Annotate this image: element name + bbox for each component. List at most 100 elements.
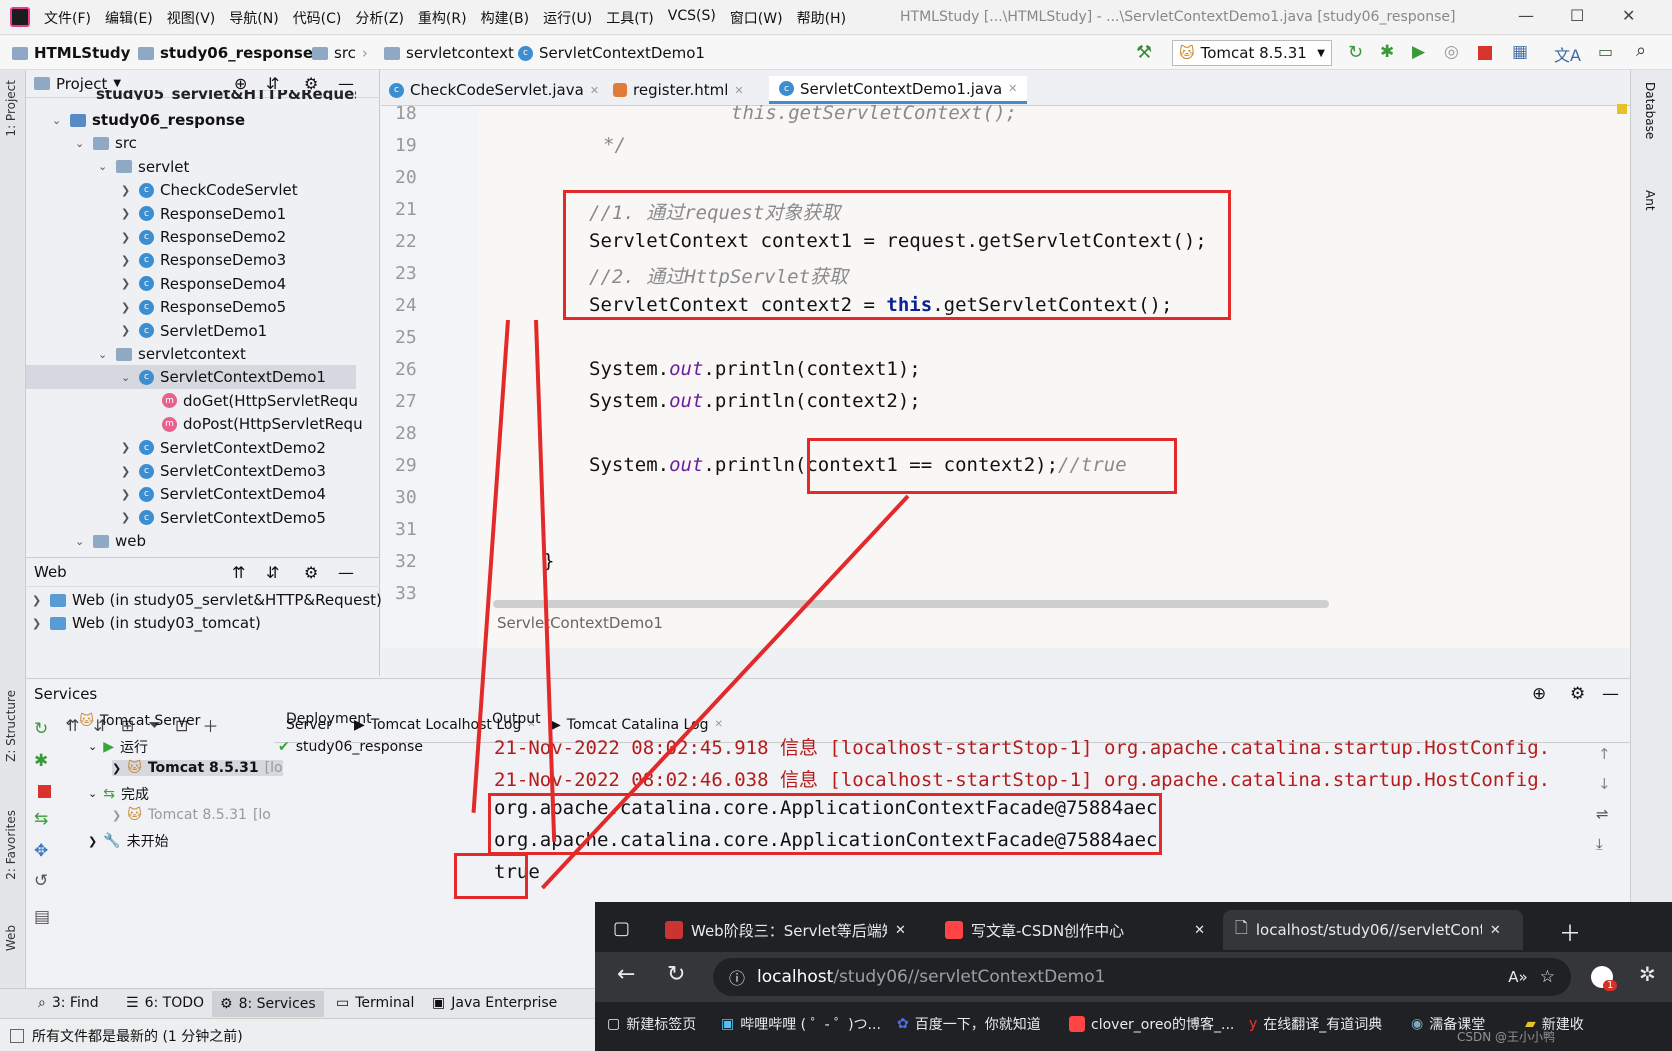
ant-tool-tab[interactable]: Ant <box>1643 190 1657 211</box>
tab-checkcodeservlet[interactable]: c CheckCodeServlet.java ✕ <box>389 76 599 104</box>
menu-window[interactable]: 窗口(W) <box>730 8 783 28</box>
tab-java-enterprise[interactable]: ▣ Java Enterprise <box>432 995 557 1011</box>
favorites-tool-tab[interactable]: 2: Favorites <box>4 810 18 880</box>
chevron-right-icon[interactable]: ❯ <box>121 488 133 501</box>
translate-icon[interactable]: 文A <box>1554 42 1581 66</box>
tab-todo[interactable]: ☰ 6: TODO <box>126 995 204 1011</box>
chevron-down-icon[interactable]: ⌄ <box>98 348 110 361</box>
reload-icon[interactable]: ↻ <box>667 962 685 987</box>
web-item[interactable]: ❯ Web (in study05_servlet&HTTP&Request) <box>32 588 382 612</box>
menu-run[interactable]: 运行(U) <box>543 8 592 28</box>
horizontal-scrollbar[interactable] <box>493 600 1329 608</box>
chevron-right-icon[interactable]: ❯ <box>121 441 133 454</box>
scroll-down-icon[interactable]: ↓ <box>1598 775 1611 793</box>
close-icon[interactable]: ✕ <box>1490 923 1501 938</box>
tree-item-folder[interactable]: ⌄ src <box>75 131 137 155</box>
bookmark-item[interactable]: clover_oreo的博客_... <box>1069 1014 1234 1034</box>
services-tree-item[interactable]: ⌄ 🐱 Tomcat Server <box>64 713 200 729</box>
chevron-down-icon[interactable]: ⌄ <box>88 787 97 800</box>
chevron-right-icon[interactable]: ❯ <box>121 277 133 290</box>
chevron-down-icon[interactable]: ⌄ <box>88 740 97 753</box>
chevron-right-icon[interactable]: ❯ <box>32 594 44 607</box>
bookmark-item[interactable]: ▣ 哔哩哔哩 ( ゜- ゜)つ... <box>721 1014 881 1034</box>
deployment-item[interactable]: ✔ study06_response <box>278 739 423 755</box>
services-tree-item[interactable]: ⌄ ⇆ 完成 <box>88 784 149 804</box>
bookmark-item[interactable]: ✿ 百度一下，你就知道 <box>897 1014 1041 1034</box>
menu-build[interactable]: 构建(B) <box>481 8 530 28</box>
back-icon[interactable]: ← <box>617 962 635 987</box>
debug-icon[interactable]: ✱ <box>1380 42 1394 62</box>
menu-edit[interactable]: 编辑(E) <box>105 8 153 28</box>
tree-item-folder[interactable]: ⌄ web <box>75 529 146 553</box>
browser-tab[interactable]: Web阶段三：Servlet等后端知识 ✕ <box>665 910 925 950</box>
minimize-icon[interactable]: — <box>1518 6 1534 25</box>
extensions-puzzle-icon[interactable]: ✲ <box>1639 962 1656 986</box>
tree-item-class[interactable]: ❯ c ResponseDemo2 <box>121 225 286 249</box>
chevron-right-icon[interactable]: ❯ <box>121 254 133 267</box>
project-tool-tab[interactable]: 1: Project <box>4 80 18 137</box>
chevron-right-icon[interactable]: ❯ <box>121 511 133 524</box>
scroll-end-icon[interactable]: ⤓ <box>1596 835 1603 853</box>
tree-item-class[interactable]: ❯ c ServletContextDemo2 <box>121 436 326 460</box>
close-icon[interactable]: ✕ <box>590 84 599 97</box>
tab-actions-icon[interactable]: ▢ <box>613 918 630 939</box>
tree-item-class[interactable]: ❯ c ResponseDemo1 <box>121 202 286 226</box>
gear-icon[interactable]: ⚙ <box>1570 684 1585 704</box>
profile-icon[interactable]: ◎ <box>1444 42 1459 62</box>
close-icon[interactable]: ✕ <box>1194 923 1205 938</box>
soft-wrap-icon[interactable]: ⇌ <box>1596 805 1609 823</box>
structure-tool-tab[interactable]: Z: Structure <box>4 690 18 762</box>
services-tree-item[interactable]: ❯ 🐱 Tomcat 8.5.31 [lo <box>112 807 271 823</box>
address-bar[interactable]: ⓘ localhost/study06//servletContextDemo1… <box>713 958 1571 996</box>
chevron-right-icon[interactable]: ❯ <box>112 762 121 775</box>
bookmark-item[interactable]: ▢ 新建标签页 <box>607 1014 696 1034</box>
menu-code[interactable]: 代码(C) <box>293 8 342 28</box>
menu-file[interactable]: 文件(F) <box>44 8 91 28</box>
tree-item-class[interactable]: ❯ c ServletContextDemo4 <box>121 482 326 506</box>
chevron-down-icon[interactable]: ▼ <box>113 78 121 89</box>
tree-item-module[interactable]: ⌄ study06_response <box>52 108 245 132</box>
settings-icon[interactable]: ✥ <box>34 841 48 861</box>
chevron-down-icon[interactable]: ⌄ <box>75 535 87 548</box>
tree-item-method[interactable]: m doPost(HttpServletRequ <box>144 412 363 436</box>
debug-icon[interactable]: ✱ <box>34 751 48 771</box>
database-tool-tab[interactable]: Database <box>1643 82 1657 139</box>
web-item[interactable]: ❯ Web (in study03_tomcat) <box>32 611 261 635</box>
stop-icon[interactable] <box>38 785 51 798</box>
browser-tab[interactable]: 写文章-CSDN创作中心 ✕ <box>945 910 1205 950</box>
close-icon[interactable]: ✕ <box>734 84 743 97</box>
run-config-select[interactable]: 🐱 Tomcat 8.5.31 ▼ <box>1172 40 1332 66</box>
deploy-icon[interactable]: ⇆ <box>34 809 48 829</box>
layout-icon[interactable]: ▤ <box>34 907 50 927</box>
hide-icon[interactable]: — <box>1602 684 1619 704</box>
menu-vcs[interactable]: VCS(S) <box>668 8 716 28</box>
search-icon[interactable]: ⌕ <box>1636 40 1646 61</box>
globe-icon[interactable]: ⊕ <box>1532 684 1546 704</box>
chevron-down-icon[interactable]: ⌄ <box>52 114 64 127</box>
chevron-right-icon[interactable]: ❯ <box>88 835 97 848</box>
menu-view[interactable]: 视图(V) <box>167 8 216 28</box>
rerun-icon[interactable]: ↻ <box>1348 42 1363 63</box>
tree-item-class[interactable]: ⌄ c ServletContextDemo1 <box>26 365 356 390</box>
hammer-build-icon[interactable]: ⚒ <box>1136 42 1152 63</box>
breadcrumb-project[interactable]: HTMLStudy› <box>12 44 142 62</box>
chevron-down-icon[interactable]: ⌄ <box>98 160 110 173</box>
stop-icon[interactable] <box>1478 46 1492 60</box>
gear-icon[interactable]: ⚙ <box>304 563 318 582</box>
new-tab-icon[interactable]: ＋ <box>1559 916 1581 948</box>
chevron-right-icon[interactable]: ❯ <box>112 809 121 822</box>
chevron-right-icon[interactable]: ❯ <box>121 301 133 314</box>
menu-refactor[interactable]: 重构(R) <box>418 8 467 28</box>
close-icon[interactable]: ✕ <box>1622 6 1635 25</box>
chevron-right-icon[interactable]: ❯ <box>121 465 133 478</box>
tree-item-class[interactable]: ❯ c ResponseDemo5 <box>121 295 286 319</box>
tree-item-method[interactable]: m doGet(HttpServletRequ <box>144 389 358 413</box>
breadcrumb-module[interactable]: study06_response› <box>138 44 325 62</box>
add-icon[interactable]: ＋ <box>202 713 218 737</box>
web-tool-tab[interactable]: Web <box>4 925 18 951</box>
browser-tab-active[interactable]: 🗋 localhost/study06//servletConte ✕ <box>1223 910 1523 950</box>
reload-icon[interactable]: ↺ <box>34 871 48 891</box>
menu-tools[interactable]: 工具(T) <box>606 8 653 28</box>
chevron-right-icon[interactable]: ❯ <box>32 617 44 630</box>
chevron-right-icon[interactable]: ❯ <box>121 231 133 244</box>
